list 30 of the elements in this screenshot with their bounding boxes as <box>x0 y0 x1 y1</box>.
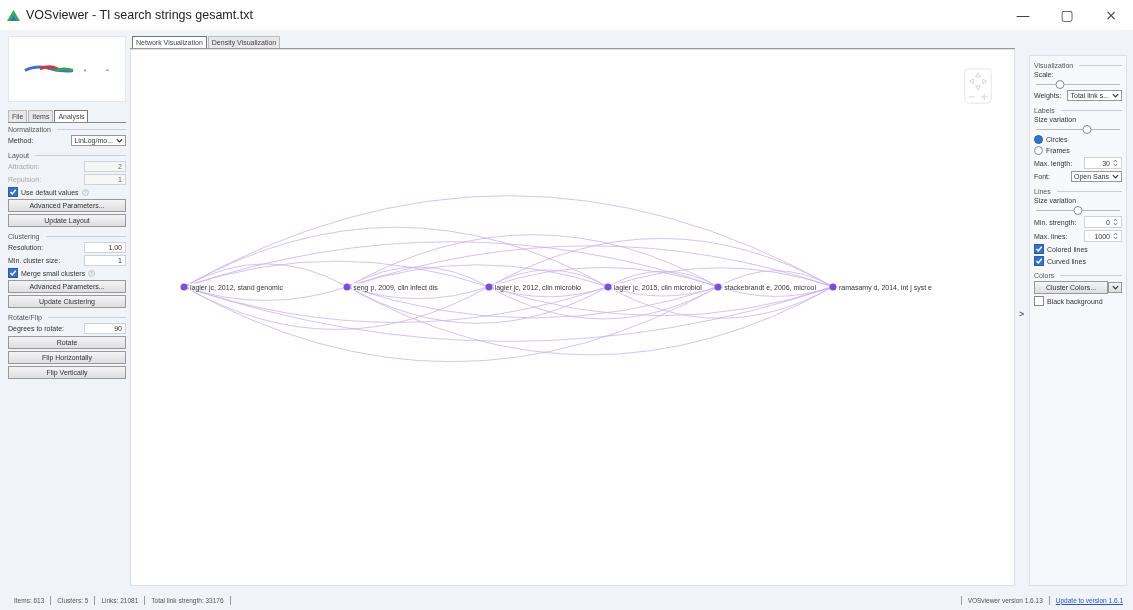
panel-toggle[interactable]: > <box>1019 309 1025 319</box>
checkbox[interactable] <box>8 187 18 197</box>
checkbox[interactable] <box>1034 296 1044 306</box>
window-title: VOSviewer - TI search strings gesamt.txt <box>26 8 253 22</box>
close-button[interactable]: × <box>1089 0 1133 30</box>
dropdown-arrow-button[interactable] <box>1108 282 1122 293</box>
maximize-button[interactable]: ▢ <box>1045 0 1089 30</box>
spinner-arrows-icon[interactable] <box>1113 159 1118 167</box>
slider[interactable] <box>1034 206 1122 214</box>
chevron-down-icon <box>116 138 123 143</box>
node-dot[interactable] <box>829 283 837 291</box>
chevron-down-icon <box>1112 93 1119 98</box>
node-dot[interactable] <box>604 283 612 291</box>
checkbox[interactable] <box>1034 256 1044 266</box>
checkbox[interactable] <box>8 268 18 278</box>
spinner-arrows-icon[interactable] <box>1113 232 1118 240</box>
app-logo-icon <box>6 8 21 22</box>
spinner-arrows-icon[interactable] <box>1113 218 1118 226</box>
slider[interactable] <box>1034 80 1122 88</box>
checkbox[interactable] <box>1034 244 1044 254</box>
node-dot[interactable] <box>343 283 351 291</box>
slider[interactable] <box>1034 125 1122 133</box>
radio-button[interactable] <box>1034 135 1043 144</box>
node-dot[interactable] <box>180 283 188 291</box>
chevron-down-icon <box>1112 174 1119 179</box>
node-dot[interactable] <box>485 283 493 291</box>
minimize-button[interactable]: — <box>1001 0 1045 30</box>
node-dot[interactable] <box>714 283 722 291</box>
radio-button[interactable] <box>1034 146 1043 155</box>
chevron-down-icon <box>1111 285 1119 290</box>
